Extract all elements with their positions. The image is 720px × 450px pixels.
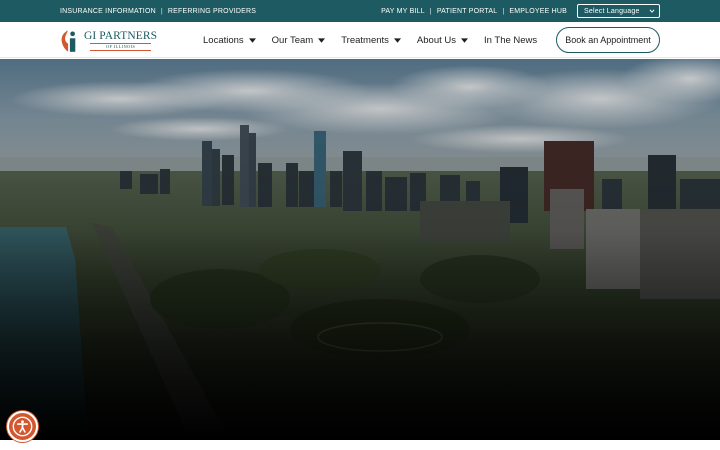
nav-item-locations[interactable]: Locations [203, 35, 256, 46]
logo-subtitle: OF ILLINOIS [90, 43, 152, 51]
language-select[interactable]: Select Language [577, 4, 660, 18]
logo-mark-icon [61, 29, 76, 52]
primary-nav: Locations Our Team Treatments About Us I… [203, 22, 553, 58]
nav-item-label: Treatments [341, 34, 389, 46]
hero-banner [0, 59, 720, 440]
book-appointment-button[interactable]: Book an Appointment [556, 27, 660, 53]
caret-down-icon [248, 37, 256, 43]
page-bottom-edge [0, 440, 720, 450]
caret-down-icon [393, 37, 401, 43]
patient-portal-link[interactable]: PATIENT PORTAL [437, 8, 498, 15]
nav-item-about-us[interactable]: About Us [417, 35, 468, 46]
accessibility-icon [12, 416, 33, 437]
caret-down-icon [318, 37, 326, 43]
employee-hub-link[interactable]: EMPLOYEE HUB [509, 8, 567, 15]
utility-links-left: INSURANCE INFORMATION | REFERRING PROVID… [60, 0, 256, 22]
nav-item-in-the-news[interactable]: In The News [484, 35, 537, 46]
language-select-value: Select Language [584, 7, 640, 15]
nav-item-treatments[interactable]: Treatments [341, 35, 401, 46]
utility-separator: | [160, 7, 163, 15]
site-logo[interactable]: GI PARTNERS OF ILLINOIS [60, 28, 160, 53]
utility-separator: | [502, 7, 505, 15]
utility-separator: | [429, 7, 432, 15]
insurance-information-link[interactable]: INSURANCE INFORMATION [60, 8, 156, 15]
logo-text: GI PARTNERS OF ILLINOIS [84, 30, 157, 51]
main-header: GI PARTNERS OF ILLINOIS Locations Our Te… [0, 22, 720, 58]
nav-item-label: Locations [203, 34, 244, 46]
nav-item-our-team[interactable]: Our Team [272, 35, 326, 46]
accessibility-button[interactable] [7, 411, 38, 442]
caret-down-icon [461, 37, 468, 43]
nav-item-label: About Us [416, 34, 456, 46]
utility-links-right: PAY MY BILL | PATIENT PORTAL | EMPLOYEE … [381, 0, 567, 22]
hero-image [0, 59, 720, 440]
pay-my-bill-link[interactable]: PAY MY BILL [381, 8, 425, 15]
nav-item-label: In The News [484, 34, 538, 46]
logo-wordmark: GI PARTNERS [84, 30, 158, 42]
referring-providers-link[interactable]: REFERRING PROVIDERS [168, 8, 256, 15]
nav-item-label: Our Team [271, 34, 314, 46]
chevron-down-icon [649, 9, 655, 13]
utility-bar: INSURANCE INFORMATION | REFERRING PROVID… [0, 0, 720, 22]
